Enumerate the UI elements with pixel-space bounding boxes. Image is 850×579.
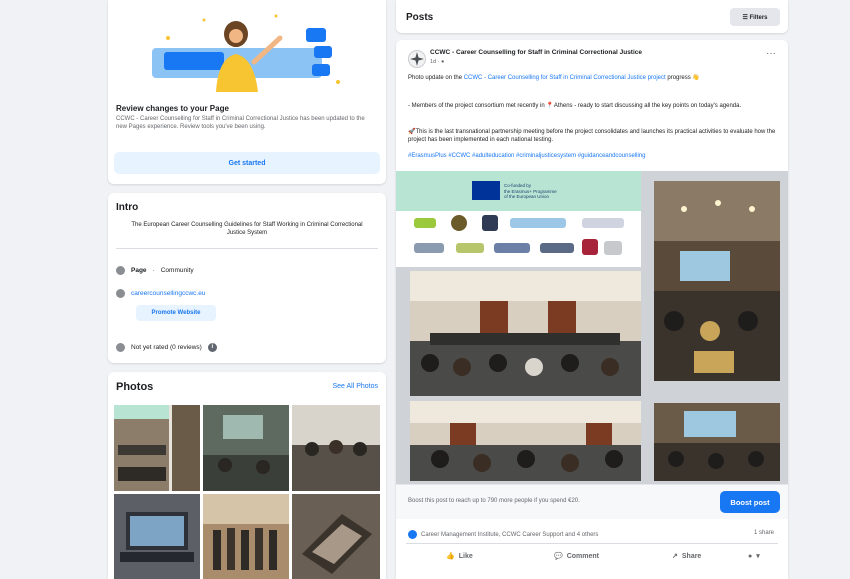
laptop-thumb-image — [114, 494, 200, 579]
partner-logo-icon — [494, 243, 530, 253]
group-thumb-image — [292, 405, 380, 491]
location-pin-icon: 📍 — [546, 103, 554, 109]
get-started-button[interactable]: Get started — [114, 152, 380, 174]
shares-count[interactable]: 1 share — [754, 530, 774, 536]
info-icon[interactable]: i — [207, 343, 217, 352]
partner-logo-icon — [414, 218, 436, 228]
reactions-summary[interactable]: Career Management Institute, CCWC Career… — [408, 530, 598, 539]
photos-card: Photos See All Photos — [108, 372, 386, 579]
website-row: careercounsellingccwc.eu — [116, 289, 205, 298]
post-text-line-1: Photo update on the CCWC - Career Counse… — [408, 75, 700, 81]
chevron-down-icon: ▾ — [756, 553, 760, 560]
partner-logo-icon — [540, 243, 574, 253]
partner-logo-icon — [604, 241, 622, 255]
share-icon: ↗ — [672, 553, 678, 560]
post-photo-collage[interactable]: Co-funded by the Erasmus+ Programme of t… — [396, 171, 788, 484]
collage-thumb-image — [114, 405, 200, 491]
photo-thumbnail[interactable] — [203, 405, 289, 491]
partner-logo-icon — [451, 215, 467, 231]
page-mention-link[interactable]: CCWC - Career Counselling for Staff in C… — [464, 75, 666, 81]
like-button[interactable]: 👍 Like — [446, 552, 473, 561]
partner-logo-icon — [582, 239, 598, 255]
globe-icon — [116, 289, 125, 298]
partner-logo-icon — [414, 243, 444, 253]
eu-banner: Co-funded by the Erasmus+ Programme of t… — [396, 171, 641, 211]
page-label: Page — [131, 267, 147, 274]
intro-bio: The European Career Counselling Guidelin… — [131, 222, 363, 236]
compass-logo-icon — [410, 52, 424, 66]
filters-button[interactable]: ☰ Filters — [730, 8, 780, 26]
review-changes-card: Review changes to your Page CCWC - Caree… — [108, 0, 386, 184]
boost-suggestion-text: Boost this post to reach up to 790 more … — [408, 498, 580, 504]
intro-divider — [116, 248, 378, 249]
notebook-thumb-image — [292, 494, 380, 579]
filter-icon: ☰ — [742, 14, 748, 21]
post-hashtags[interactable]: #ErasmusPlus #CCWC #adulteducation #crim… — [408, 152, 776, 160]
website-link[interactable]: careercounsellingccwc.eu — [131, 290, 205, 297]
eu-flag-icon — [472, 181, 500, 200]
intro-title: Intro — [116, 202, 139, 213]
like-reaction-icon — [408, 530, 417, 539]
reactions-text: Career Management Institute, CCWC Career… — [421, 531, 599, 538]
boost-post-button[interactable]: Boost post — [720, 491, 780, 513]
photos-title: Photos — [116, 381, 154, 393]
posts-header: Posts ☰ Filters — [396, 0, 788, 33]
meeting-room-photo — [410, 401, 641, 481]
comment-icon: 💬 — [554, 553, 563, 560]
filters-label: Filters — [749, 14, 768, 21]
post-author[interactable]: CCWC - Career Counselling for Staff in C… — [430, 49, 750, 56]
post-text-line-3: 🚀This is the last transnational partners… — [408, 129, 776, 143]
promote-website-button[interactable]: Promote Website — [136, 305, 216, 321]
hand-emoji-icon: 👋 — [692, 75, 700, 81]
post-card: CCWC - Career Counselling for Staff in C… — [396, 40, 788, 579]
photo-thumbnail[interactable] — [292, 494, 380, 579]
page-category: Community — [160, 267, 194, 274]
partner-logo-icon — [482, 215, 498, 231]
star-icon — [116, 343, 125, 352]
more-options-icon[interactable]: ··· — [766, 48, 776, 59]
page-update-illustration — [108, 0, 386, 100]
post-text-line-2: - Members of the project consortium met … — [408, 103, 742, 109]
photo-thumbnail[interactable] — [114, 494, 200, 579]
rating-row: Not yet rated (0 reviews) i — [116, 343, 217, 352]
conference-hall-photo — [654, 181, 780, 381]
photo-thumbnail[interactable] — [292, 405, 380, 491]
page-category-row: Page · Community — [116, 266, 194, 275]
partner-logo-icon — [510, 218, 566, 228]
boost-suggestion-row: Boost this post to reach up to 790 more … — [396, 484, 788, 519]
review-title: Review changes to your Page — [116, 104, 229, 113]
conference-hall-photo — [654, 403, 780, 481]
globe-icon: ● — [441, 59, 445, 65]
share-button[interactable]: ↗ Share — [672, 552, 701, 561]
posts-title: Posts — [406, 12, 434, 23]
info-icon — [116, 266, 125, 275]
meeting-room-photo — [410, 271, 641, 396]
partner-logo-icon — [456, 243, 484, 253]
intro-card: Intro The European Career Counselling Gu… — [108, 193, 386, 363]
photo-thumbnail[interactable] — [114, 405, 200, 491]
thumbs-up-icon: 👍 — [446, 553, 455, 560]
review-description: CCWC - Career Counselling for Staff in C… — [116, 116, 365, 130]
photo-thumbnail[interactable] — [203, 494, 289, 579]
rating-text: Not yet rated (0 reviews) — [131, 344, 202, 351]
page-avatar[interactable] — [408, 50, 426, 68]
post-action-divider — [406, 543, 778, 544]
comment-button[interactable]: 💬 Comment — [554, 552, 599, 561]
team-thumb-image — [203, 494, 289, 579]
audience-selector[interactable]: ● ▾ — [748, 552, 760, 561]
meeting-thumb-image — [203, 405, 289, 491]
see-all-photos-link[interactable]: See All Photos — [332, 383, 378, 390]
partner-logos-image: Co-funded by the Erasmus+ Programme of t… — [396, 171, 641, 267]
eu-cofunded-text: Co-funded by the Erasmus+ Programme of t… — [504, 183, 557, 199]
post-timestamp[interactable]: 1d · ● — [430, 59, 444, 65]
partner-logo-icon — [582, 218, 624, 228]
avatar-icon: ● — [748, 552, 753, 560]
